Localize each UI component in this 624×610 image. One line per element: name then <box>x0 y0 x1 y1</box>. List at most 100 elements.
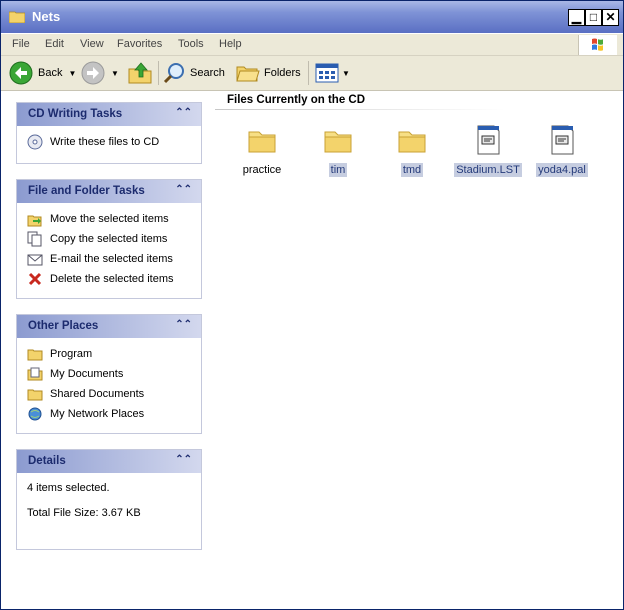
file-label: yoda4.pal <box>536 163 588 177</box>
menu-tools[interactable]: Tools <box>178 38 204 50</box>
search-label: Search <box>190 67 225 79</box>
section-divider <box>215 109 505 110</box>
forward-button[interactable]: ▼ <box>81 60 119 86</box>
back-button[interactable]: Back ▼ <box>9 60 76 86</box>
place-label: My Documents <box>50 368 124 380</box>
back-dropdown-icon[interactable]: ▼ <box>68 69 76 78</box>
folder-icon <box>27 349 43 361</box>
cd-writing-tasks-panel: CD Writing Tasks ⌃⌃ Write these files to… <box>16 102 202 164</box>
windows-flag-icon <box>592 38 603 51</box>
document-icon <box>477 125 500 155</box>
delete-icon <box>28 272 42 286</box>
search-button[interactable]: Search <box>163 60 225 86</box>
panel-title: Details <box>28 455 66 467</box>
file-folder-tasks-panel: File and Folder Tasks ⌃⌃ Move the select… <box>16 179 202 299</box>
folder-icon <box>248 131 276 153</box>
place-label: My Network Places <box>50 408 145 420</box>
forward-dropdown-icon[interactable]: ▼ <box>111 69 119 78</box>
panel-header[interactable]: Details ⌃⌃ <box>17 450 201 473</box>
folder-icon <box>9 11 25 23</box>
minimize-button[interactable]: ▁ <box>568 9 585 26</box>
views-button[interactable]: ▼ <box>315 60 350 86</box>
panel-title: CD Writing Tasks <box>28 108 123 120</box>
menu-help[interactable]: Help <box>219 38 242 50</box>
place-my-documents[interactable]: My Documents <box>27 364 191 384</box>
task-write-to-cd[interactable]: Write these files to CD <box>27 132 191 152</box>
place-program[interactable]: Program <box>27 344 191 364</box>
task-label: Write these files to CD <box>50 136 160 148</box>
forward-arrow-icon <box>81 61 105 85</box>
menu-favorites[interactable]: Favorites <box>117 38 162 50</box>
panel-header[interactable]: CD Writing Tasks ⌃⌃ <box>17 103 201 126</box>
panel-title: Other Places <box>28 320 99 332</box>
file-label: tim <box>328 163 348 177</box>
cd-write-icon <box>27 134 43 150</box>
collapse-chevron-icon[interactable]: ⌃⌃ <box>175 184 192 195</box>
menu-edit[interactable]: Edit <box>45 38 64 50</box>
files-section-title: Files Currently on the CD <box>227 94 366 106</box>
file-item-tim[interactable]: tim <box>303 124 373 177</box>
maximize-button[interactable]: □ <box>585 9 602 26</box>
panel-header[interactable]: Other Places ⌃⌃ <box>17 315 201 338</box>
move-icon <box>27 215 42 227</box>
place-label: Shared Documents <box>50 388 145 400</box>
place-my-network-places[interactable]: My Network Places <box>27 404 191 424</box>
menu-file[interactable]: File <box>12 38 30 50</box>
search-icon <box>163 63 184 84</box>
main-area: CD Writing Tasks ⌃⌃ Write these files to… <box>1 91 623 609</box>
details-selected-count: 4 items selected. <box>27 482 110 494</box>
file-label: tmd <box>400 163 424 177</box>
task-delete[interactable]: Delete the selected items <box>27 269 191 289</box>
file-item-stadium-lst[interactable]: Stadium.LST <box>453 124 523 177</box>
menu-view[interactable]: View <box>80 38 104 50</box>
task-email[interactable]: E-mail the selected items <box>27 249 191 269</box>
collapse-chevron-icon[interactable]: ⌃⌃ <box>175 107 192 118</box>
toolbar-separator <box>158 61 159 85</box>
details-total-size: Total File Size: 3.67 KB <box>27 507 141 519</box>
windows-logo <box>578 35 617 55</box>
task-move[interactable]: Move the selected items <box>27 209 191 229</box>
file-label: practice <box>242 164 282 176</box>
folders-label: Folders <box>264 67 301 79</box>
folder-icon <box>27 389 43 401</box>
my-documents-icon <box>27 367 43 381</box>
task-label: E-mail the selected items <box>50 253 173 265</box>
toolbar-separator <box>308 61 309 85</box>
details-panel: Details ⌃⌃ 4 items selected. Total File … <box>16 449 202 550</box>
task-label: Delete the selected items <box>50 273 174 285</box>
network-icon <box>28 407 42 421</box>
folder-icon <box>398 131 426 153</box>
back-arrow-icon <box>9 61 33 85</box>
file-item-yoda4-pal[interactable]: yoda4.pal <box>527 124 597 177</box>
email-icon <box>27 254 43 266</box>
collapse-chevron-icon[interactable]: ⌃⌃ <box>175 454 192 465</box>
folders-button[interactable]: Folders <box>235 60 301 86</box>
toolbar: Back ▼ ▼ Search Folders ▼ <box>1 56 623 91</box>
file-item-practice[interactable]: practice <box>227 124 297 177</box>
up-folder-button[interactable] <box>127 60 153 86</box>
back-label: Back <box>38 67 63 79</box>
menu-bar: File Edit View Favorites Tools Help <box>1 34 623 56</box>
title-bar[interactable]: Nets ▁ □ ✕ <box>1 1 623 33</box>
file-label: Stadium.LST <box>454 163 522 177</box>
task-label: Copy the selected items <box>50 233 168 245</box>
up-folder-icon <box>128 62 152 84</box>
place-shared-documents[interactable]: Shared Documents <box>27 384 191 404</box>
collapse-chevron-icon[interactable]: ⌃⌃ <box>175 319 192 330</box>
task-copy[interactable]: Copy the selected items <box>27 229 191 249</box>
close-button[interactable]: ✕ <box>602 9 619 26</box>
file-item-tmd[interactable]: tmd <box>377 124 447 177</box>
copy-icon <box>27 231 42 247</box>
explorer-window: Nets ▁ □ ✕ File Edit View Favorites Tool… <box>0 0 624 610</box>
other-places-panel: Other Places ⌃⌃ Program My Documents Sha… <box>16 314 202 434</box>
task-label: Move the selected items <box>50 213 169 225</box>
panel-header[interactable]: File and Folder Tasks ⌃⌃ <box>17 180 201 203</box>
place-label: Program <box>50 348 93 360</box>
panel-title: File and Folder Tasks <box>28 185 145 197</box>
window-title: Nets <box>32 9 61 24</box>
document-icon <box>551 125 574 155</box>
views-dropdown-icon[interactable]: ▼ <box>342 69 350 78</box>
folder-icon <box>324 131 352 153</box>
views-icon <box>315 63 339 83</box>
folders-icon <box>236 66 260 82</box>
